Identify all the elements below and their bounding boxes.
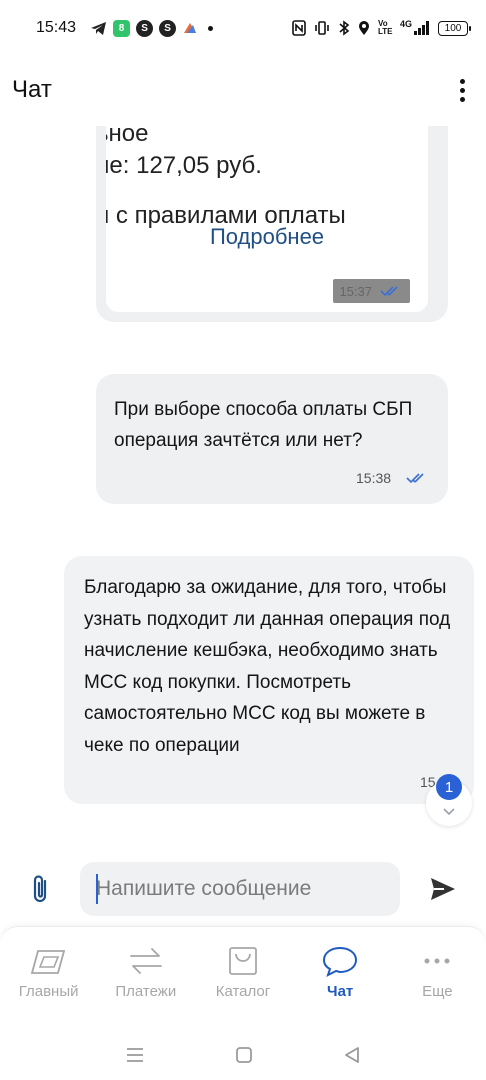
app-s-icon: S	[159, 19, 177, 37]
status-time: 15:43	[36, 19, 77, 36]
status-bar: 15:43 8 S S Vo LTE 4G 100	[0, 0, 486, 56]
message-time: 15:38	[356, 470, 392, 486]
chevron-down-icon	[443, 808, 455, 816]
nav-item-chat[interactable]: Чат	[295, 945, 385, 1026]
more-notifications-icon	[208, 25, 214, 31]
message-time: 15:37	[339, 283, 372, 299]
vibrate-icon	[315, 21, 329, 35]
card-time-overlay: 15:37	[333, 279, 410, 303]
location-icon	[358, 21, 369, 35]
nav-item-catalog[interactable]: Каталог	[198, 945, 288, 1026]
signal-icon	[414, 21, 429, 35]
battery-icon: 100	[438, 20, 471, 36]
nav-item-payments[interactable]: Платежи	[101, 945, 191, 1026]
card-text-line: ьное	[106, 126, 149, 147]
telegram-icon	[91, 21, 107, 35]
more-dots-icon	[424, 958, 450, 964]
message-composer	[0, 858, 486, 918]
double-check-icon	[380, 286, 398, 297]
bluetooth-icon	[339, 20, 350, 36]
bottom-nav: Главный Платежи Каталог Чат Еще	[0, 926, 486, 1026]
nav-label: Платежи	[115, 983, 177, 1000]
card-text-line: ие: 127,05 руб.	[106, 152, 262, 179]
unread-badge[interactable]: 1	[436, 774, 462, 800]
back-icon[interactable]	[343, 1046, 361, 1064]
notification-icons: 8 S S	[90, 19, 214, 37]
volte-label: Vo LTE	[377, 19, 393, 36]
app-s-icon: S	[136, 19, 154, 37]
details-link[interactable]: Подробнее	[106, 224, 428, 250]
payment-card: ьное ие: 127,05 руб. н с правилами оплат…	[106, 126, 428, 312]
transfer-arrows-icon	[129, 948, 162, 974]
nav-label: Главный	[18, 983, 79, 1000]
nav-label: Чат	[327, 983, 354, 1000]
page-title: Чат	[12, 76, 52, 103]
more-menu-icon[interactable]	[450, 75, 474, 105]
nav-label: Каталог	[215, 983, 271, 1000]
app-header: Чат	[0, 60, 486, 120]
message-list[interactable]: ьное ие: 127,05 руб. н с правилами оплат…	[0, 126, 486, 836]
payment-card-message: ьное ие: 127,05 руб. н с правилами оплат…	[96, 126, 448, 322]
catalog-bag-icon	[229, 947, 257, 975]
double-check-icon	[406, 473, 424, 484]
network-type: 4G	[399, 19, 412, 29]
chat-bubble-icon	[323, 946, 358, 977]
app-green-icon: 8	[113, 19, 131, 37]
paperclip-icon[interactable]	[26, 872, 56, 906]
nav-item-more[interactable]: Еще	[392, 945, 482, 1026]
incoming-message: Благодарю за ожидание, для того, чтобы у…	[64, 556, 474, 804]
message-text: При выборе способа оплаты СБП операция з…	[114, 399, 413, 451]
text-caret	[96, 874, 98, 904]
message-input[interactable]	[80, 862, 400, 916]
system-navigation	[0, 1030, 486, 1080]
home-card-icon	[30, 950, 65, 974]
nav-item-main[interactable]: Главный	[4, 945, 94, 1026]
app-colorful-icon	[184, 23, 197, 33]
home-icon[interactable]	[235, 1046, 253, 1064]
outgoing-message: При выборе способа оплаты СБП операция з…	[96, 374, 448, 504]
nfc-icon	[292, 20, 306, 36]
message-text: Благодарю за ожидание, для того, чтобы у…	[84, 577, 451, 756]
menu-icon[interactable]	[125, 1047, 145, 1063]
system-icons: Vo LTE 4G 100	[292, 19, 471, 36]
nav-label: Еще	[422, 983, 453, 1000]
send-icon[interactable]	[428, 874, 458, 904]
